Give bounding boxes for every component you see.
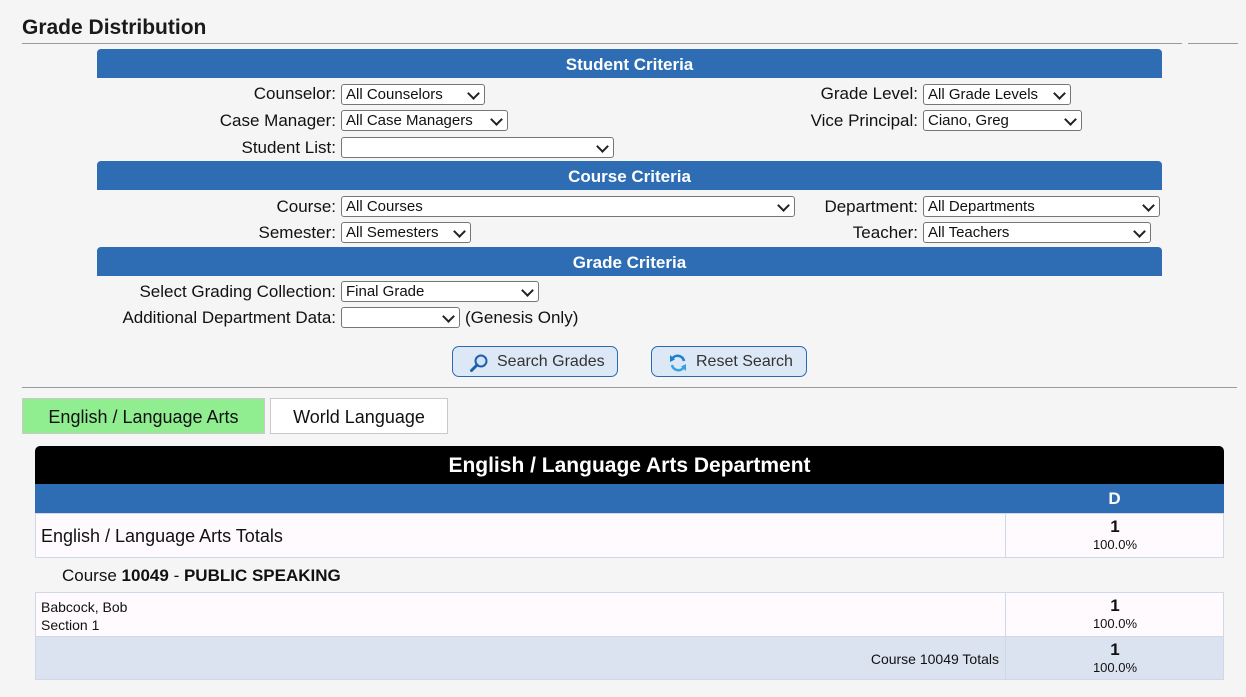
grading-collection-select-value: Final Grade [346, 283, 425, 300]
student-criteria-header: Student Criteria [97, 49, 1162, 78]
course-select[interactable]: All Courses [341, 196, 795, 217]
grading-collection-select[interactable]: Final Grade [341, 281, 539, 302]
teacher-select-value: All Teachers [928, 224, 1010, 241]
teacher-select[interactable]: All Teachers [923, 222, 1151, 243]
course-label: Course: [276, 197, 336, 216]
department-totals-row: English / Language Arts Totals 1 100.0% [35, 513, 1224, 558]
chevron-down-icon [442, 310, 455, 323]
grade-criteria-header: Grade Criteria [97, 247, 1162, 276]
counselor-select-value: All Counselors [346, 86, 443, 103]
additional-dept-data-label: Additional Department Data: [122, 308, 336, 327]
semester-label: Semester: [258, 223, 336, 242]
teacher-label: Teacher: [852, 223, 918, 242]
grading-collection-label: Select Grading Collection: [139, 282, 336, 301]
department-select-value: All Departments [928, 198, 1035, 215]
department-totals-label: English / Language Arts Totals [41, 526, 283, 546]
tab-english-language-arts[interactable]: English / Language Arts [22, 398, 265, 434]
department-totals-percent: 100.0% [1092, 537, 1138, 552]
counselor-label: Counselor: [253, 84, 336, 103]
case-manager-select[interactable]: All Case Managers [341, 110, 508, 131]
department-label: Department: [824, 197, 918, 216]
course-heading: Course 10049 - PUBLIC SPEAKING [62, 566, 341, 585]
page-title: Grade Distribution [22, 16, 207, 39]
reset-search-button[interactable]: Reset Search [651, 346, 807, 377]
search-grades-button[interactable]: Search Grades [452, 346, 618, 377]
chevron-down-icon [490, 113, 503, 126]
department-title: English / Language Arts Department [35, 446, 1224, 484]
student-list-select[interactable] [341, 137, 614, 158]
title-divider-right [1188, 43, 1238, 44]
additional-dept-data-select[interactable] [341, 307, 460, 328]
chevron-down-icon [467, 87, 480, 100]
case-manager-select-value: All Case Managers [346, 112, 473, 129]
chevron-down-icon [1064, 113, 1077, 126]
vice-principal-select[interactable]: Ciano, Greg [923, 110, 1082, 131]
semester-select[interactable]: All Semesters [341, 222, 471, 243]
grade-level-label: Grade Level: [820, 84, 918, 103]
section-teacher: Babcock, Bob [41, 599, 128, 615]
course-totals-label: Course 10049 Totals [870, 651, 999, 667]
grade-column-header: D [1108, 489, 1121, 508]
counselor-select[interactable]: All Counselors [341, 84, 485, 105]
course-criteria-header: Course Criteria [97, 161, 1162, 190]
course-select-value: All Courses [346, 198, 423, 215]
semester-select-value: All Semesters [346, 224, 439, 241]
section-row: Babcock, Bob Section 1 1 100.0% [35, 592, 1224, 637]
department-select[interactable]: All Departments [923, 196, 1160, 217]
search-grades-label: Search Grades [497, 353, 605, 370]
section-divider [22, 387, 1237, 388]
course-totals-row: Course 10049 Totals 1 100.0% [35, 636, 1224, 680]
genesis-only-note: (Genesis Only) [465, 308, 579, 327]
chevron-down-icon [453, 225, 466, 238]
section-name: Section 1 [41, 617, 100, 633]
case-manager-label: Case Manager: [219, 111, 336, 130]
refresh-icon [670, 354, 686, 372]
chevron-down-icon [1142, 199, 1155, 212]
chevron-down-icon [777, 199, 790, 212]
grade-column-header-row: D [35, 484, 1224, 513]
grade-level-select[interactable]: All Grade Levels [923, 84, 1071, 105]
tab-world-language[interactable]: World Language [270, 398, 448, 434]
vice-principal-label: Vice Principal: [810, 111, 918, 130]
course-totals-percent: 100.0% [1092, 660, 1138, 675]
magnifier-icon [470, 354, 488, 372]
title-divider [22, 43, 1182, 44]
department-totals-count: 1 [1110, 517, 1120, 536]
course-totals-count: 1 [1110, 640, 1120, 659]
section-count: 1 [1110, 596, 1120, 615]
section-percent: 100.0% [1092, 616, 1138, 631]
student-list-label: Student List: [241, 138, 336, 157]
chevron-down-icon [596, 140, 609, 153]
chevron-down-icon [521, 284, 534, 297]
chevron-down-icon [1053, 87, 1066, 100]
chevron-down-icon [1133, 225, 1146, 238]
reset-search-label: Reset Search [696, 353, 793, 370]
grade-level-select-value: All Grade Levels [928, 86, 1039, 103]
vice-principal-select-value: Ciano, Greg [928, 112, 1009, 129]
